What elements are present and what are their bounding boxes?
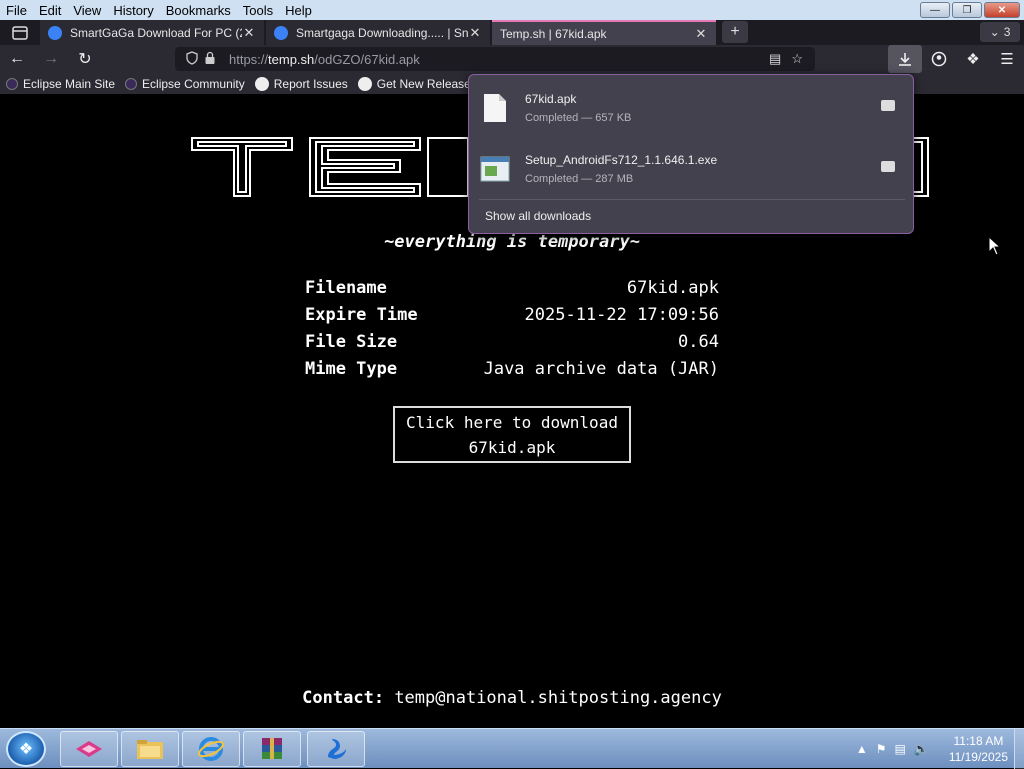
menu-view[interactable]: View [67, 3, 107, 18]
menu-bar: File Edit View History Bookmarks Tools H… [0, 0, 1024, 20]
eclipse-icon [6, 77, 18, 90]
downloads-panel: 67kid.apk Completed — 657 KB Setup_Andro… [468, 74, 914, 234]
close-window-button[interactable]: ✕ [984, 2, 1020, 18]
menu-bookmarks[interactable]: Bookmarks [160, 3, 237, 18]
mouse-cursor-icon [988, 236, 1002, 256]
window-controls: — ❐ ✕ [920, 2, 1020, 18]
exe-file-icon [479, 153, 511, 185]
internet-explorer-icon [198, 737, 224, 761]
globe-icon [274, 25, 288, 40]
tab-temp-sh[interactable]: Temp.sh | 67kid.apk ✕ [492, 20, 716, 45]
close-tab-icon[interactable]: ✕ [468, 25, 482, 41]
downloads-button[interactable] [888, 45, 922, 73]
bookmark-eclipse-main[interactable]: Eclipse Main Site [6, 77, 115, 91]
contact-line: Contact: temp@national.shitposting.agenc… [302, 688, 722, 708]
file-icon [479, 92, 511, 124]
clock[interactable]: 11:18 AM 11/19/2025 [949, 733, 1008, 765]
tagline: ~everything is temporary~ [384, 232, 640, 252]
reader-view-icon[interactable]: ▤ [769, 51, 781, 67]
show-all-downloads-link[interactable]: Show all downloads [485, 209, 591, 223]
address-bar[interactable]: https://temp.sh/odGZO/67kid.apk ▤ ☆ [175, 47, 815, 71]
new-tab-button[interactable]: + [722, 21, 748, 43]
show-desktop-button[interactable] [1014, 729, 1024, 769]
taskbar-internet-explorer[interactable] [182, 731, 240, 767]
taskbar-explorer[interactable] [121, 731, 179, 767]
swan-icon [328, 739, 346, 759]
tab-smartgaga-downloading[interactable]: Smartgaga Downloading..... | Sn ✕ [266, 20, 490, 45]
info-row-mime: Mime Type Java archive data (JAR) [305, 358, 719, 379]
url-text: https://temp.sh/odGZO/67kid.apk [229, 51, 420, 67]
divider [479, 199, 905, 200]
app-icon [76, 741, 102, 757]
menu-hamburger-icon[interactable]: ☰ [990, 45, 1024, 73]
action-center-icon[interactable]: ⚑ [876, 742, 887, 756]
start-button[interactable]: ❖ [6, 731, 46, 767]
toolbar-right: ❖ ☰ [888, 45, 1024, 73]
info-row-expire: Expire Time 2025-11-22 17:09:56 [305, 304, 719, 325]
bookmark-eclipse-community[interactable]: Eclipse Community [125, 77, 245, 91]
download-file-button[interactable]: Click here to download 67kid.apk [393, 406, 631, 463]
tab-bar: SmartGaGa Download For PC (2 ✕ Smartgaga… [0, 20, 1024, 45]
download-item[interactable]: Setup_AndroidFs712_1.1.646.1.exe Complet… [479, 144, 905, 194]
download-item[interactable]: 67kid.apk Completed — 657 KB [479, 83, 905, 133]
tab-count: 3 [1003, 25, 1011, 39]
menu-help[interactable]: Help [279, 3, 318, 18]
tab-list-icon[interactable] [0, 20, 40, 45]
taskbar: ❖ ▲ ⚑ ▤ 🔈 11:18 AM 11/19/2025 [0, 728, 1024, 769]
eclipse-icon [125, 77, 138, 90]
menu-history[interactable]: History [107, 3, 159, 18]
menu-file[interactable]: File [0, 3, 33, 18]
tab-title: Temp.sh | 67kid.apk [500, 26, 607, 41]
bookmark-report-issues[interactable]: Report Issues [254, 76, 348, 91]
tab-title: SmartGaGa Download For PC (2 [70, 25, 242, 40]
folder-icon[interactable] [881, 100, 895, 111]
folder-icon [137, 740, 163, 759]
chevron-down-icon: ⌄ [989, 25, 1000, 39]
volume-icon[interactable]: 🔈 [914, 742, 929, 756]
show-hidden-icons-icon[interactable]: ▲ [856, 742, 868, 756]
taskbar-app-1[interactable] [60, 731, 118, 767]
back-button[interactable]: ← [0, 45, 34, 73]
menu-tools[interactable]: Tools [237, 3, 279, 18]
github-icon [254, 76, 269, 91]
folder-icon[interactable] [881, 161, 895, 172]
bookmark-star-icon[interactable]: ☆ [791, 51, 803, 67]
shield-icon[interactable] [183, 50, 201, 68]
info-row-size: File Size 0.64 [305, 331, 719, 352]
navigation-bar: ← → ↻ https://temp.sh/odGZO/67kid.apk ▤ … [0, 45, 1024, 73]
tab-title: Smartgaga Downloading..... | Sn [296, 25, 468, 40]
extensions-icon[interactable]: ❖ [956, 45, 990, 73]
bookmark-get-new-releases[interactable]: Get New Releases [357, 76, 477, 91]
forward-button[interactable]: → [34, 45, 68, 73]
contact-email[interactable]: temp@national.shitposting.agency [394, 688, 722, 708]
system-tray: ▲ ⚑ ▤ 🔈 11:18 AM 11/19/2025 [856, 733, 1008, 765]
file-info: Filename 67kid.apk Expire Time 2025-11-22 … [305, 274, 719, 382]
info-row-filename: Filename 67kid.apk [305, 277, 719, 298]
network-icon[interactable]: ▤ [895, 742, 906, 756]
winrar-icon [262, 738, 282, 759]
account-icon[interactable] [922, 45, 956, 73]
lock-icon[interactable] [201, 51, 219, 68]
taskbar-app-5[interactable] [307, 731, 365, 767]
minimize-button[interactable]: — [920, 2, 950, 18]
globe-icon [48, 25, 62, 40]
taskbar-winrar[interactable] [243, 731, 301, 767]
list-all-tabs-button[interactable]: ⌄ 3 [980, 22, 1020, 42]
restore-button[interactable]: ❐ [952, 2, 982, 18]
tab-smartgaga-download[interactable]: SmartGaGa Download For PC (2 ✕ [40, 20, 264, 45]
menu-edit[interactable]: Edit [33, 3, 67, 18]
close-tab-icon[interactable]: ✕ [242, 25, 256, 41]
github-icon [357, 76, 372, 91]
close-tab-icon[interactable]: ✕ [694, 26, 708, 42]
reload-button[interactable]: ↻ [68, 45, 102, 73]
